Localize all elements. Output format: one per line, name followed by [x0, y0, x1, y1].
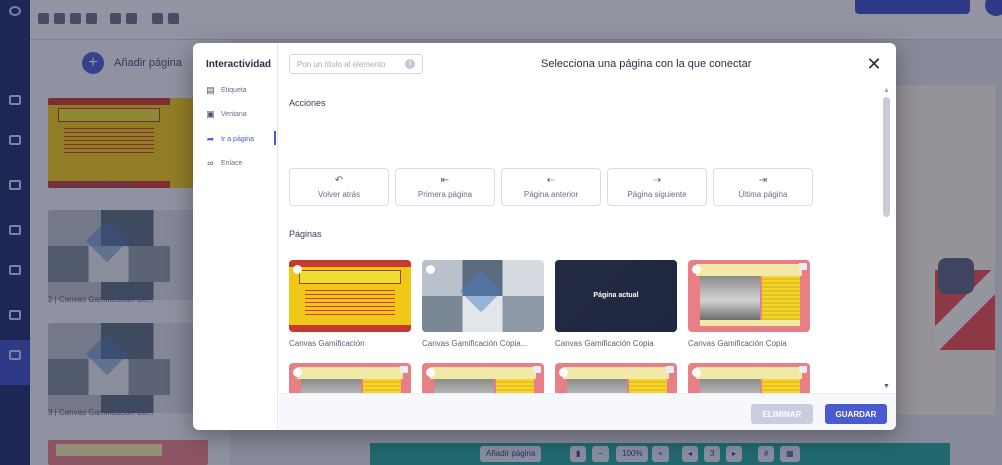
page-thumbnail[interactable] — [422, 363, 544, 393]
page-corner-icon — [799, 366, 807, 373]
save-button[interactable]: GUARDAR — [825, 404, 887, 424]
arrow-right-icon: ➦ — [206, 133, 215, 144]
delete-button[interactable]: ELIMINAR — [751, 404, 813, 424]
window-icon: ▣ — [206, 108, 215, 119]
page-thumbnail[interactable] — [555, 363, 677, 393]
page-thumbnail[interactable] — [289, 260, 411, 332]
page-corner-icon — [666, 366, 674, 373]
current-page-badge: Página actual — [555, 260, 677, 332]
page-radio[interactable] — [293, 368, 302, 377]
sidebar-item-label: Ventana — [221, 110, 247, 118]
page-name: Canvas Gamificación Copia... — [422, 339, 528, 348]
page-name: Canvas Gamificación Copia — [688, 339, 787, 348]
actions-section-title: Acciones — [289, 98, 326, 108]
last-page-button[interactable]: ⇥ Última página — [713, 168, 813, 206]
page-card[interactable] — [555, 363, 677, 393]
previous-page-button[interactable]: ⇠ Página anterior — [501, 168, 601, 206]
page-name: Canvas Gamificación — [289, 339, 365, 348]
modal-body: Acciones ↶ Volver atrás ⇤ Primera página… — [279, 87, 896, 393]
first-page-icon: ⇤ — [440, 175, 450, 186]
page-corner-icon — [799, 263, 807, 270]
page-card[interactable]: Canvas Gamificación Copia — [688, 260, 810, 348]
scrollbar-thumb[interactable] — [883, 97, 890, 217]
element-title-input[interactable] — [289, 54, 423, 74]
page-thumbnail[interactable] — [688, 363, 810, 393]
page-radio[interactable] — [559, 368, 568, 377]
first-page-button[interactable]: ⇤ Primera página — [395, 168, 495, 206]
pages-section-title: Páginas — [289, 229, 322, 239]
sidebar-item-link[interactable]: ∞ Enlace — [206, 158, 243, 168]
sidebar-item-label: Enlace — [221, 159, 243, 167]
sidebar-item-label: Etiqueta — [221, 86, 247, 94]
go-back-button[interactable]: ↶ Volver atrás — [289, 168, 389, 206]
page-thumbnail[interactable] — [688, 260, 810, 332]
page-thumbnail[interactable] — [422, 260, 544, 332]
link-icon: ∞ — [207, 158, 214, 168]
close-icon[interactable]: ✕ — [864, 54, 884, 74]
page-corner-icon — [400, 366, 408, 373]
interactivity-sidebar: Interactividad ▤ Etiqueta ▣ Ventana ➦ Ir… — [193, 43, 278, 430]
next-page-icon: ⇢ — [652, 175, 662, 186]
page-name: Canvas Gamificación Copia — [555, 339, 654, 348]
scroll-down-icon[interactable]: ▼ — [883, 383, 890, 390]
modal-header: i Selecciona una página con la que conec… — [279, 43, 896, 87]
sidebar-item-go-to-page[interactable]: ➦ Ir a página — [206, 133, 255, 144]
page-radio[interactable] — [426, 368, 435, 377]
undo-icon: ↶ — [334, 175, 344, 186]
page-card[interactable]: Canvas Gamificación Copia... — [422, 260, 544, 348]
interactivity-modal: Interactividad ▤ Etiqueta ▣ Ventana ➦ Ir… — [193, 43, 896, 430]
modal-title: Selecciona una página con la que conecta… — [541, 58, 752, 70]
sidebar-active-indicator — [274, 131, 276, 145]
info-icon[interactable]: i — [405, 59, 415, 69]
modal-footer: ELIMINAR GUARDAR — [279, 393, 896, 430]
sidebar-item-label: Ir a página — [221, 135, 255, 143]
page-card[interactable] — [688, 363, 810, 393]
scroll-up-icon[interactable]: ▲ — [883, 87, 890, 94]
page-radio[interactable] — [692, 368, 701, 377]
page-card[interactable] — [289, 363, 411, 393]
last-page-icon: ⇥ — [758, 175, 768, 186]
sidebar-item-label-tag[interactable]: ▤ Etiqueta — [206, 84, 247, 95]
modal-scrollbar[interactable]: ▲ ▼ — [881, 87, 891, 393]
page-card[interactable]: Canvas Gamificación — [289, 260, 411, 348]
page-corner-icon — [533, 366, 541, 373]
tag-icon: ▤ — [206, 84, 215, 95]
page-thumbnail[interactable] — [289, 363, 411, 393]
page-radio[interactable] — [293, 265, 302, 274]
sidebar-item-window[interactable]: ▣ Ventana — [206, 108, 247, 119]
previous-page-icon: ⇠ — [546, 175, 556, 186]
page-card-current: Página actual Canvas Gamificación Copia — [555, 260, 677, 348]
page-thumbnail: Página actual — [555, 260, 677, 332]
page-radio[interactable] — [692, 265, 701, 274]
page-card[interactable] — [422, 363, 544, 393]
sidebar-title: Interactividad — [206, 59, 272, 70]
next-page-button[interactable]: ⇢ Página siguiente — [607, 168, 707, 206]
page-radio[interactable] — [426, 265, 435, 274]
